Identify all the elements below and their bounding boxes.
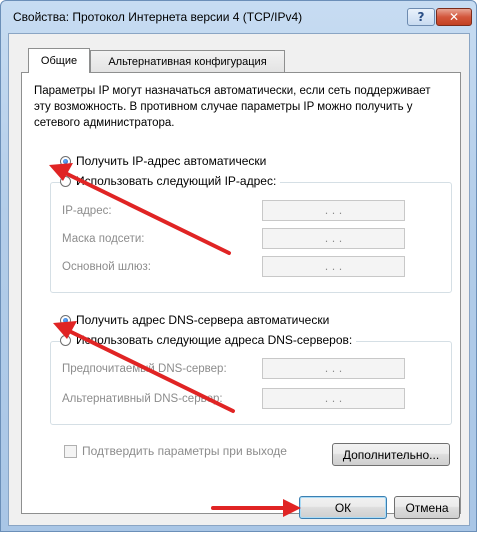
dns-manual-label: Использовать следующие адреса DNS-сервер… (76, 333, 353, 347)
ok-button[interactable]: ОК (299, 496, 387, 519)
dialog-window: Свойства: Протокол Интернета версии 4 (T… (0, 0, 477, 532)
dns-auto-label: Получить адрес DNS-сервера автоматически (76, 313, 330, 327)
dns-auto-radio[interactable]: Получить адрес DNS-сервера автоматически (60, 313, 329, 327)
dns-manual-group (50, 341, 452, 425)
alternate-dns-value: . . . (324, 392, 343, 405)
radio-unchecked-icon (60, 334, 71, 346)
default-gateway-input[interactable]: . . . (262, 256, 405, 277)
radio-checked-icon (60, 155, 71, 167)
subnet-mask-label: Маска подсети: (62, 233, 145, 245)
ip-auto-radio[interactable]: Получить IP-адрес автоматически (60, 154, 266, 168)
tab-general[interactable]: Общие (28, 48, 90, 73)
default-gateway-label: Основной шлюз: (62, 261, 151, 273)
checkbox-icon (64, 444, 77, 458)
dns-manual-radio[interactable]: Использовать следующие адреса DNS-сервер… (60, 333, 357, 347)
window-title: Свойства: Протокол Интернета версии 4 (T… (13, 10, 303, 24)
alternate-dns-input[interactable]: . . . (262, 388, 405, 409)
subnet-mask-value: . . . (324, 232, 343, 245)
ip-auto-label: Получить IP-адрес автоматически (76, 154, 267, 168)
help-icon: ? (417, 10, 425, 24)
cancel-button[interactable]: Отмена (394, 496, 460, 519)
radio-checked-icon (60, 314, 71, 326)
ip-manual-label: Использовать следующий IP-адрес: (76, 174, 277, 188)
ip-manual-radio[interactable]: Использовать следующий IP-адрес: (60, 174, 281, 188)
preferred-dns-value: . . . (324, 362, 343, 375)
ip-address-value: . . . (324, 204, 343, 217)
radio-unchecked-icon (60, 175, 71, 187)
help-button[interactable]: ? (407, 8, 435, 26)
subnet-mask-input[interactable]: . . . (262, 228, 405, 249)
close-button[interactable]: ✕ (436, 8, 472, 26)
info-text: Параметры IP могут назначаться автоматич… (34, 85, 431, 129)
validate-on-exit-checkbox[interactable]: Подтвердить параметры при выходе (64, 444, 287, 458)
ip-address-label: IP-адрес: (62, 205, 112, 217)
ip-address-input[interactable]: . . . (262, 200, 405, 221)
close-icon: ✕ (448, 10, 460, 24)
preferred-dns-label: Предпочитаемый DNS-сервер: (62, 363, 227, 375)
validate-on-exit-label: Подтвердить параметры при выходе (82, 444, 287, 458)
dialog-client: Общие Альтернативная конфигурация Параме… (8, 33, 470, 526)
preferred-dns-input[interactable]: . . . (262, 358, 405, 379)
alternate-dns-label: Альтернативный DNS-сервер: (62, 393, 223, 405)
tab-panel-general: Параметры IP могут назначаться автоматич… (21, 72, 461, 514)
default-gateway-value: . . . (324, 260, 343, 273)
title-bar[interactable]: Свойства: Протокол Интернета версии 4 (T… (1, 1, 476, 33)
tab-alternate-config[interactable]: Альтернативная конфигурация (90, 50, 285, 72)
advanced-button[interactable]: Дополнительно... (332, 443, 450, 466)
